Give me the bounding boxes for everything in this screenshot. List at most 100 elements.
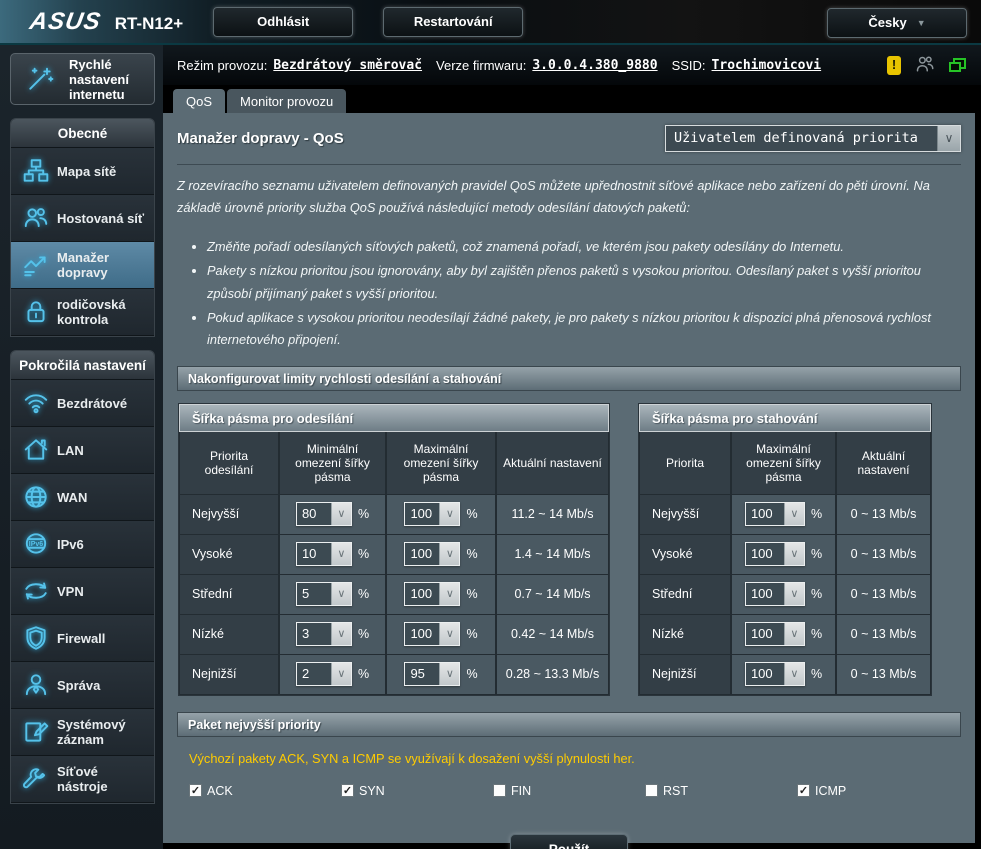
- priority-label: Nejvyšší: [179, 495, 279, 535]
- lock-icon: [15, 298, 57, 326]
- reboot-button[interactable]: Restartování: [383, 7, 523, 37]
- firmware-label: Verze firmwaru:: [436, 58, 526, 73]
- tab-bar: QoS Monitor provozu: [163, 85, 981, 113]
- chevron-down-icon: ∨: [784, 543, 804, 565]
- chevron-down-icon: ∨: [439, 583, 459, 605]
- bullet-item: Pakety s nízkou prioritou jsou ignorován…: [207, 260, 961, 305]
- clients-icon[interactable]: [915, 55, 935, 76]
- menu-group-advanced: Pokročilá nastavení Bezdrátové LAN: [10, 350, 155, 804]
- sidebar-item-label: Správa: [57, 678, 100, 693]
- max-bandwidth-select[interactable]: 100∨: [745, 662, 805, 686]
- sidebar-item-guest-network[interactable]: Hostovaná síť: [11, 195, 154, 242]
- sidebar-item-parental-control[interactable]: rodičovská kontrola: [11, 289, 154, 336]
- max-bandwidth-select[interactable]: 100∨: [745, 542, 805, 566]
- table-row: Vysoké 100∨% 0 ~ 13 Mb/s: [639, 535, 931, 575]
- max-bandwidth-select[interactable]: 100∨: [745, 582, 805, 606]
- logout-button[interactable]: Odhlásit: [213, 7, 353, 37]
- sidebar-item-label: WAN: [57, 490, 87, 505]
- priority-label: Střední: [639, 575, 731, 615]
- max-bandwidth-select[interactable]: 100∨: [404, 542, 460, 566]
- checkbox-icon[interactable]: [797, 784, 810, 797]
- sidebar-item-label: rodičovská kontrola: [57, 297, 150, 327]
- vpn-arrows-icon: [15, 577, 57, 605]
- checkbox-icon[interactable]: [493, 784, 506, 797]
- current-setting: 0 ~ 13 Mb/s: [836, 495, 931, 535]
- chevron-down-icon: ∨: [439, 663, 459, 685]
- checkbox-ack[interactable]: ACK: [189, 784, 341, 798]
- limits-section-header: Nakonfigurovat limity rychlosti odesílán…: [177, 366, 961, 391]
- ssid-link[interactable]: Trochimovicovi: [712, 58, 822, 73]
- menu-group-general: Obecné Mapa sítě Hostovaná síť: [10, 118, 155, 337]
- min-bandwidth-select[interactable]: 2∨: [296, 662, 352, 686]
- min-bandwidth-select[interactable]: 10∨: [296, 542, 352, 566]
- sidebar-item-system-log[interactable]: Systémový záznam: [11, 709, 154, 756]
- magic-wand-icon: [19, 65, 61, 93]
- sidebar-item-label: Manažer dopravy: [57, 250, 150, 280]
- sidebar-item-label: Firewall: [57, 631, 105, 646]
- priority-label: Nejnižší: [639, 655, 731, 695]
- quick-internet-setup-button[interactable]: Rychlé nastavení internetu: [10, 53, 155, 105]
- max-bandwidth-select[interactable]: 100∨: [404, 582, 460, 606]
- sidebar-item-label: Bezdrátové: [57, 396, 127, 411]
- min-bandwidth-select[interactable]: 80∨: [296, 502, 352, 526]
- sidebar-item-vpn[interactable]: VPN: [11, 568, 154, 615]
- current-setting: 0.28 ~ 13.3 Mb/s: [496, 655, 609, 695]
- tab-traffic-monitor[interactable]: Monitor provozu: [227, 89, 346, 113]
- language-dropdown[interactable]: Česky ▼: [827, 8, 967, 38]
- max-bandwidth-select[interactable]: 100∨: [745, 622, 805, 646]
- download-bandwidth-table: Šířka pásma pro stahování Priorita Maxim…: [638, 403, 932, 696]
- column-header: Aktuální nastavení: [496, 432, 609, 495]
- ssid-label: SSID:: [672, 58, 706, 73]
- min-bandwidth-select[interactable]: 3∨: [296, 622, 352, 646]
- sidebar-item-wireless[interactable]: Bezdrátové: [11, 380, 154, 427]
- sidebar-item-network-tools[interactable]: Síťové nástroje: [11, 756, 154, 803]
- content-panel: Manažer dopravy - QoS Uživatelem definov…: [163, 113, 975, 843]
- checkbox-fin[interactable]: FIN: [493, 784, 645, 798]
- firmware-version-link[interactable]: 3.0.0.4.380_9880: [532, 58, 657, 73]
- checkbox-icon[interactable]: [341, 784, 354, 797]
- priority-label: Vysoké: [179, 535, 279, 575]
- table-row: Nejnižší 2∨% 95∨% 0.28 ~ 13.3 Mb/s: [179, 655, 609, 695]
- bullet-list: Změňte pořadí odesílaných síťových paket…: [207, 236, 961, 352]
- priority-label: Nejnižší: [179, 655, 279, 695]
- max-bandwidth-select[interactable]: 100∨: [404, 502, 460, 526]
- table-row: Vysoké 10∨% 100∨% 1.4 ~ 14 Mb/s: [179, 535, 609, 575]
- devices-icon[interactable]: [949, 58, 967, 73]
- max-bandwidth-select[interactable]: 100∨: [745, 502, 805, 526]
- house-icon: [15, 436, 57, 464]
- priority-label: Nízké: [179, 615, 279, 655]
- sidebar-item-firewall[interactable]: Firewall: [11, 615, 154, 662]
- chevron-down-icon: ∨: [784, 583, 804, 605]
- sidebar-item-ipv6[interactable]: IPv6 IPv6: [11, 521, 154, 568]
- max-bandwidth-select[interactable]: 95∨: [404, 662, 460, 686]
- sidebar-item-traffic-manager[interactable]: Manažer dopravy: [11, 242, 154, 289]
- tab-qos[interactable]: QoS: [173, 89, 225, 113]
- checkbox-syn[interactable]: SYN: [341, 784, 493, 798]
- checkbox-rst[interactable]: RST: [645, 784, 797, 798]
- apply-button[interactable]: Použít: [510, 834, 628, 849]
- priority-label: Vysoké: [639, 535, 731, 575]
- table-row: Střední 5∨% 100∨% 0.7 ~ 14 Mb/s: [179, 575, 609, 615]
- traffic-manager-icon: [15, 251, 57, 279]
- shield-icon: [15, 624, 57, 652]
- min-bandwidth-select[interactable]: 5∨: [296, 582, 352, 606]
- sidebar-item-lan[interactable]: LAN: [11, 427, 154, 474]
- checkbox-icmp[interactable]: ICMP: [797, 784, 949, 798]
- chevron-down-icon: ∨: [937, 126, 960, 151]
- operation-mode-link[interactable]: Bezdrátový směrovač: [273, 58, 422, 73]
- checkbox-icon[interactable]: [645, 784, 658, 797]
- svg-text:IPv6: IPv6: [29, 541, 44, 548]
- chevron-down-icon: ∨: [439, 503, 459, 525]
- sidebar-item-network-map[interactable]: Mapa sítě: [11, 148, 154, 195]
- firmware-alert-icon[interactable]: !: [887, 56, 901, 75]
- mode-label: Režim provozu:: [177, 58, 267, 73]
- table-row: Nízké 100∨% 0 ~ 13 Mb/s: [639, 615, 931, 655]
- max-bandwidth-select[interactable]: 100∨: [404, 622, 460, 646]
- sidebar-item-administration[interactable]: Správa: [11, 662, 154, 709]
- bullet-item: Pokud aplikace s vysokou prioritou neode…: [207, 307, 961, 352]
- sidebar-item-wan[interactable]: WAN: [11, 474, 154, 521]
- sidebar-item-label: Síťové nástroje: [57, 764, 150, 794]
- checkbox-icon[interactable]: [189, 784, 202, 797]
- qos-type-select[interactable]: Uživatelem definovaná priorita ∨: [665, 125, 961, 152]
- chevron-down-icon: ∨: [331, 663, 351, 685]
